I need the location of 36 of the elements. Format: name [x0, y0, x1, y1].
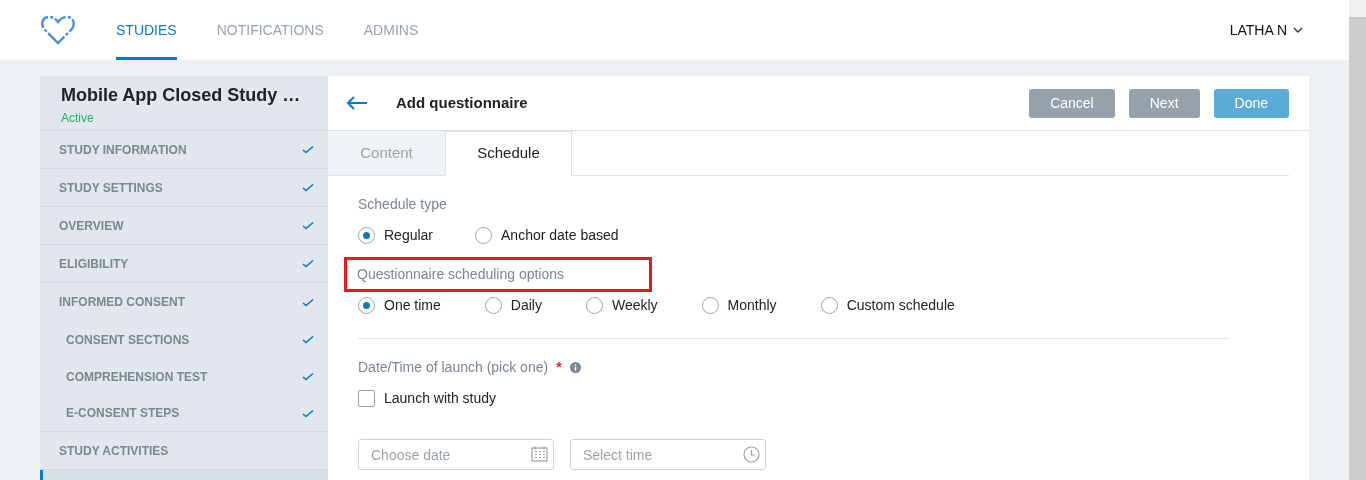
- radio-option[interactable]: Regular: [358, 225, 434, 246]
- radio-option[interactable]: Anchor date based: [475, 225, 619, 246]
- radio-option[interactable]: Monthly: [701, 295, 777, 316]
- status-text: Active: [61, 110, 95, 127]
- heart-logo-icon[interactable]: [40, 14, 76, 46]
- action-button[interactable]: Done: [1213, 88, 1289, 118]
- info-icon[interactable]: [569, 362, 581, 373]
- study-title: Mobile App Closed Study …: [61, 84, 302, 107]
- nav-tab[interactable]: ADMINS: [363, 0, 419, 60]
- nav-tab[interactable]: NOTIFICATIONS: [216, 0, 324, 60]
- panel-title: Add questionnaire: [396, 92, 528, 113]
- checkbox-option[interactable]: Launch with study: [358, 388, 497, 409]
- radio-option[interactable]: Custom schedule: [820, 295, 955, 316]
- radio-option[interactable]: Weekly: [585, 295, 658, 316]
- scrollbar[interactable]: [1349, 0, 1366, 480]
- radio-option[interactable]: One time: [358, 295, 441, 316]
- tab[interactable]: Schedule: [445, 131, 572, 176]
- back-arrow-icon[interactable]: [346, 96, 368, 110]
- sidebar-item[interactable]: COMPREHENSION TEST: [40, 358, 328, 395]
- user-menu[interactable]: LATHA N: [1229, 0, 1303, 60]
- time-field[interactable]: Select time: [570, 439, 766, 470]
- sidebar-item[interactable]: CONSENT SECTIONS: [40, 321, 328, 358]
- clock-icon[interactable]: [743, 446, 760, 463]
- action-button[interactable]: Cancel: [1029, 88, 1115, 118]
- field-label: Date/Time of launch (pick one): [358, 358, 549, 377]
- date-field[interactable]: Choose date: [358, 439, 554, 470]
- required-mark: *: [556, 358, 562, 377]
- nav-tab[interactable]: STUDIES: [116, 0, 177, 60]
- radio-option[interactable]: Daily: [484, 295, 542, 316]
- calendar-icon[interactable]: [531, 446, 548, 462]
- chevron-down-icon: [1293, 27, 1303, 33]
- tab[interactable]: Content: [328, 131, 445, 175]
- field-label: Schedule type: [358, 195, 448, 214]
- field-label: Questionnaire scheduling options: [347, 260, 649, 289]
- sidebar-item[interactable]: INFORMED CONSENT: [40, 283, 328, 321]
- action-button[interactable]: Next: [1128, 88, 1200, 118]
